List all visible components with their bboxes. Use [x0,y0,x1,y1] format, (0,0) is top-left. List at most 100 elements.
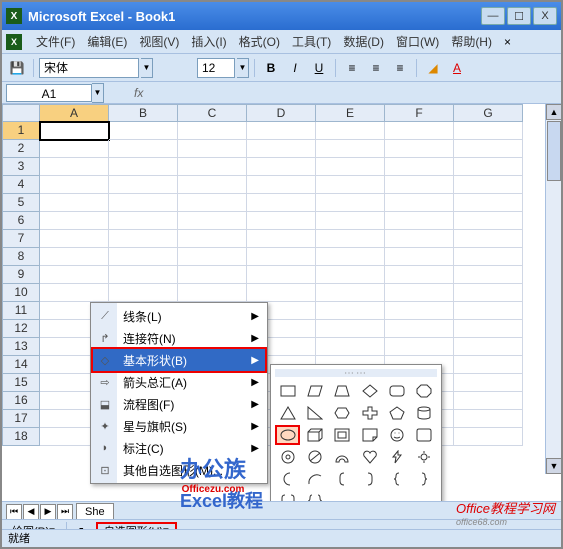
shape-cube[interactable] [302,425,327,445]
save-icon[interactable]: 💾 [6,57,28,79]
shape-octagon[interactable] [412,381,437,401]
shape-pentagon[interactable] [384,403,409,423]
sheet-tab-1[interactable]: She [76,503,114,521]
shape-brace-right[interactable] [412,469,437,489]
row-header-1[interactable]: 1 [2,122,40,140]
col-header-A[interactable]: A [40,104,109,122]
shape-parallelogram[interactable] [302,381,327,401]
col-header-B[interactable]: B [109,104,178,122]
tab-nav-last[interactable]: ⏭ [57,504,73,520]
col-header-C[interactable]: C [178,104,247,122]
row-header-14[interactable]: 14 [2,356,40,374]
scroll-up-icon[interactable]: ▲ [546,104,562,120]
menu-tools[interactable]: 工具(T) [286,30,337,53]
shape-no-symbol[interactable] [302,447,327,467]
menu-connectors[interactable]: ↱连接符(N)▶ [93,327,265,349]
vertical-scrollbar[interactable]: ▲ ▼ [545,104,561,474]
row-header-17[interactable]: 17 [2,410,40,428]
shape-smiley[interactable] [384,425,409,445]
menu-help[interactable]: 帮助(H) [445,30,498,53]
scroll-thumb[interactable] [547,121,561,181]
shape-hexagon[interactable] [330,403,355,423]
fx-label[interactable]: fx [134,86,143,100]
shape-moon[interactable] [275,469,300,489]
menu-window[interactable]: 窗口(W) [390,30,445,53]
row-header-6[interactable]: 6 [2,212,40,230]
menu-flowchart[interactable]: ⬓流程图(F)▶ [93,393,265,415]
name-box[interactable]: A1 [6,84,92,102]
underline-button[interactable]: U [308,57,330,79]
doc-close-button[interactable]: × [498,33,517,51]
col-header-D[interactable]: D [247,104,316,122]
shape-donut[interactable] [275,447,300,467]
palette-grip[interactable] [275,369,437,377]
shape-rounded-rect[interactable] [384,381,409,401]
tab-nav-first[interactable]: ⏮ [6,504,22,520]
row-header-15[interactable]: 15 [2,374,40,392]
menu-data[interactable]: 数据(D) [337,30,390,53]
menu-insert[interactable]: 插入(I) [185,30,232,53]
shape-triangle[interactable] [275,403,300,423]
row-header-4[interactable]: 4 [2,176,40,194]
shape-bracket-left[interactable] [330,469,355,489]
scroll-down-icon[interactable]: ▼ [546,458,562,474]
name-dropdown-icon[interactable]: ▼ [92,83,104,103]
shape-oval[interactable] [275,425,300,445]
menu-format[interactable]: 格式(O) [233,30,286,53]
fill-color-icon[interactable]: ◢ [422,57,444,79]
row-header-10[interactable]: 10 [2,284,40,302]
shape-can[interactable] [412,403,437,423]
align-center-icon[interactable]: ≡ [365,57,387,79]
shape-right-triangle[interactable] [302,403,327,423]
menu-file[interactable]: 文件(F) [30,30,81,53]
select-all-corner[interactable] [2,104,40,122]
maximize-button[interactable]: ☐ [507,7,531,25]
minimize-button[interactable]: — [481,7,505,25]
close-button[interactable]: X [533,7,557,25]
doc-icon[interactable]: X [6,34,22,50]
row-header-5[interactable]: 5 [2,194,40,212]
shape-rectangle[interactable] [275,381,300,401]
shape-cross[interactable] [357,403,382,423]
row-header-18[interactable]: 18 [2,428,40,446]
col-header-G[interactable]: G [454,104,523,122]
row-header-9[interactable]: 9 [2,266,40,284]
italic-button[interactable]: I [284,57,306,79]
font-color-icon[interactable]: A [446,57,468,79]
row-header-2[interactable]: 2 [2,140,40,158]
bold-button[interactable]: B [260,57,282,79]
row-header-7[interactable]: 7 [2,230,40,248]
row-header-11[interactable]: 11 [2,302,40,320]
size-dropdown-icon[interactable]: ▼ [237,58,249,78]
row-header-12[interactable]: 12 [2,320,40,338]
shape-bracket-right[interactable] [357,469,382,489]
row-header-16[interactable]: 16 [2,392,40,410]
shape-arc[interactable] [302,469,327,489]
col-header-F[interactable]: F [385,104,454,122]
menu-more-autoshapes[interactable]: ⊡其他自选图形(M)... [93,459,265,481]
shape-sun[interactable] [412,447,437,467]
shape-diamond[interactable] [357,381,382,401]
font-dropdown-icon[interactable]: ▼ [141,58,153,78]
row-header-8[interactable]: 8 [2,248,40,266]
menu-view[interactable]: 视图(V) [133,30,185,53]
tab-nav-next[interactable]: ▶ [40,504,56,520]
menu-edit[interactable]: 编辑(E) [81,30,133,53]
shape-trapezoid[interactable] [330,381,355,401]
shape-folded-corner[interactable] [357,425,382,445]
align-left-icon[interactable]: ≡ [341,57,363,79]
menu-basic-shapes[interactable]: ◇基本形状(B)▶ [93,349,265,371]
shape-plaque[interactable] [412,425,437,445]
cell-A1[interactable] [40,122,109,140]
shape-brace-left[interactable] [384,469,409,489]
menu-lines[interactable]: ⟋线条(L)▶ [93,305,265,327]
font-size-box[interactable]: 12 [197,58,235,78]
tab-nav-prev[interactable]: ◀ [23,504,39,520]
row-header-3[interactable]: 3 [2,158,40,176]
menu-block-arrows[interactable]: ⇨箭头总汇(A)▶ [93,371,265,393]
shape-bevel[interactable] [330,425,355,445]
shape-lightning[interactable] [384,447,409,467]
row-header-13[interactable]: 13 [2,338,40,356]
align-right-icon[interactable]: ≡ [389,57,411,79]
shape-block-arc[interactable] [330,447,355,467]
